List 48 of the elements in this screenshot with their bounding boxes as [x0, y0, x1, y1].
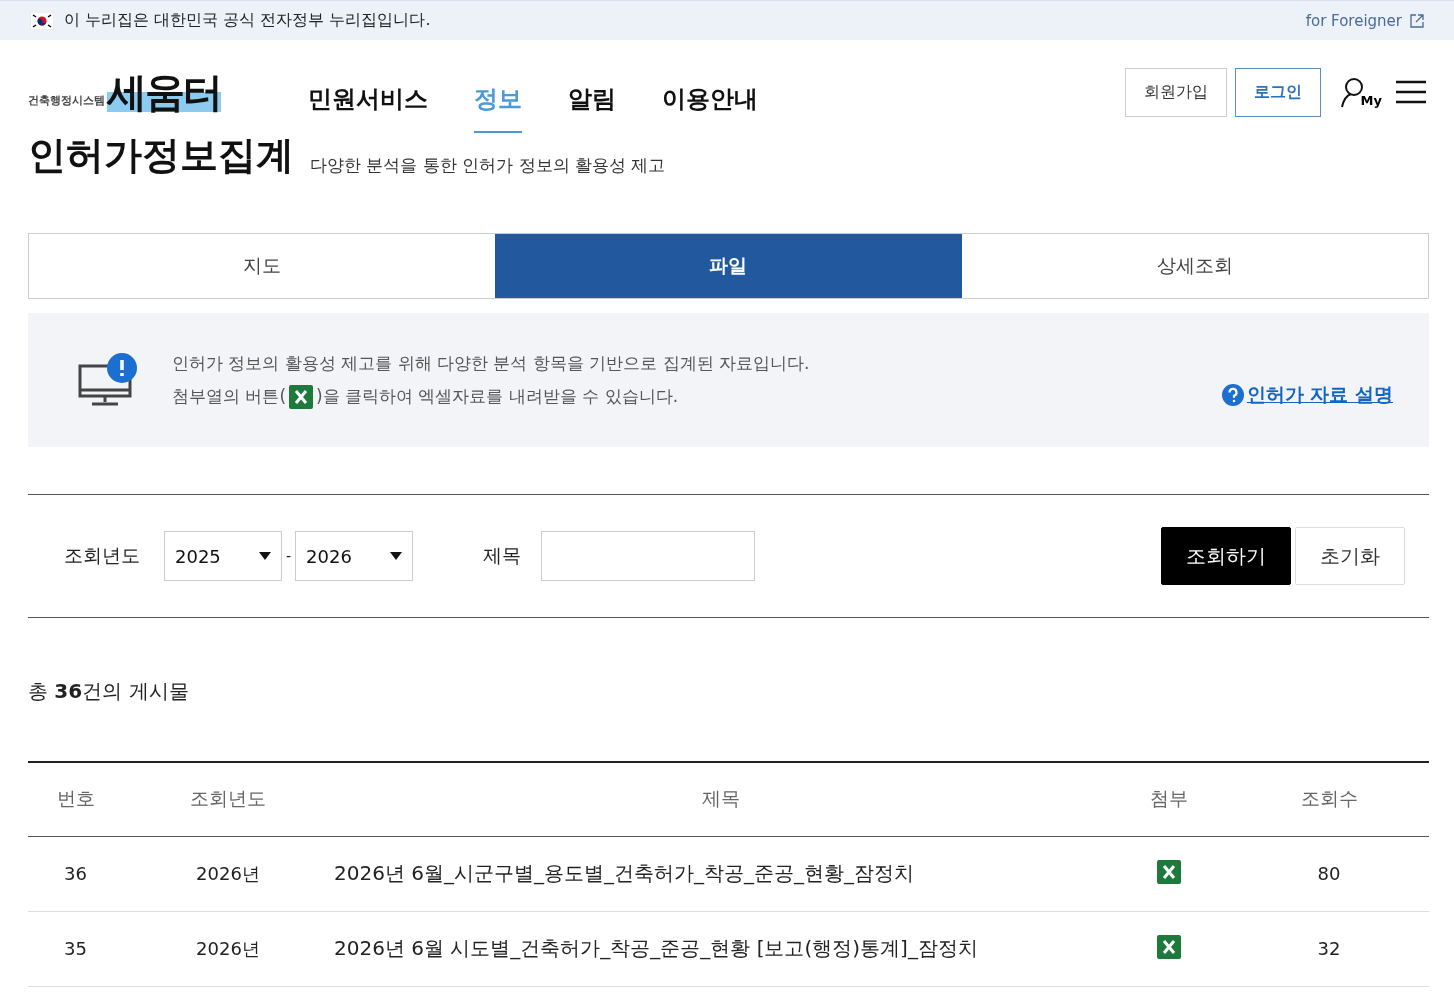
- range-separator: -: [286, 548, 292, 564]
- column-header: 첨부: [1109, 762, 1229, 836]
- join-button[interactable]: 회원가입: [1124, 67, 1227, 117]
- table-cell: 2026년: [123, 911, 333, 986]
- page-title: 인허가정보집계: [28, 132, 294, 179]
- caret-icon: [259, 552, 271, 560]
- foreigner-link[interactable]: for Foreigner: [1305, 11, 1424, 30]
- notice-text: 인허가 정보의 활용성 제고를 위해 다양한 분석 항목을 기반으로 집계된 자료입니다.: [172, 351, 811, 375]
- help-icon: [1221, 384, 1244, 406]
- table-cell: 2026년: [123, 836, 333, 911]
- login-button[interactable]: 로그인: [1234, 67, 1321, 117]
- tab[interactable]: 파일: [495, 234, 962, 298]
- year-from-select[interactable]: 2025: [164, 531, 282, 581]
- nav-menu-item[interactable]: 이용안내: [662, 73, 758, 133]
- search-button[interactable]: 조회하기: [1161, 527, 1291, 585]
- column-header: 조회수: [1229, 762, 1429, 836]
- notice-text: 첨부열의 버튼(: [172, 385, 287, 408]
- menu-icon[interactable]: [1396, 80, 1426, 104]
- reset-button[interactable]: 초기화: [1295, 527, 1405, 585]
- gov-banner-text: 이 누리집은 대한민국 공식 전자정부 누리집입니다.: [64, 10, 431, 31]
- nav-menu-item[interactable]: 알림: [568, 73, 616, 133]
- title-label: 제목: [483, 543, 522, 568]
- total-count: 총 36건의 게시물: [28, 678, 190, 705]
- year-label: 조회년도: [64, 543, 140, 568]
- column-header: 제목: [333, 762, 1109, 836]
- caret-icon: [390, 552, 403, 560]
- excel-icon: [1157, 859, 1181, 884]
- column-header: 조회년도: [123, 762, 333, 836]
- table-cell: 32: [1229, 911, 1429, 986]
- title-input-field[interactable]: [541, 531, 756, 581]
- table-cell: 80: [1229, 836, 1429, 911]
- notice-text: )을 클릭하여 엑셀자료를 내려받을 수 있습니다.: [316, 385, 679, 408]
- year-to-select[interactable]: 2026: [295, 531, 414, 581]
- monitor-alert-icon: [78, 352, 138, 408]
- excel-icon: [1157, 934, 1181, 959]
- my-page-button[interactable]: My: [1338, 76, 1382, 108]
- external-link-icon: [1410, 13, 1424, 28]
- nav-menu-item[interactable]: 민원서비스: [308, 73, 428, 133]
- table-cell: 35: [28, 911, 123, 986]
- help-link[interactable]: 인허가 자료 설명: [1221, 382, 1393, 408]
- table-cell: 36: [28, 836, 123, 911]
- column-header: 번호: [28, 762, 123, 836]
- excel-icon: [289, 384, 314, 409]
- page-subtitle: 다양한 분석을 통한 인허가 정보의 활용성 제고: [310, 154, 666, 177]
- site-logo[interactable]: 건축행정시스템세움터: [28, 72, 308, 112]
- table-cell: 2026년 6월_시군구별_용도별_건축허가_착공_준공_현황_잠정치: [333, 836, 1109, 911]
- table-cell: 2026년 6월 시도별_건축허가_착공_준공_현황 [보고(행정)통계]_잠정치: [333, 911, 1109, 986]
- flag-icon: [30, 11, 54, 30]
